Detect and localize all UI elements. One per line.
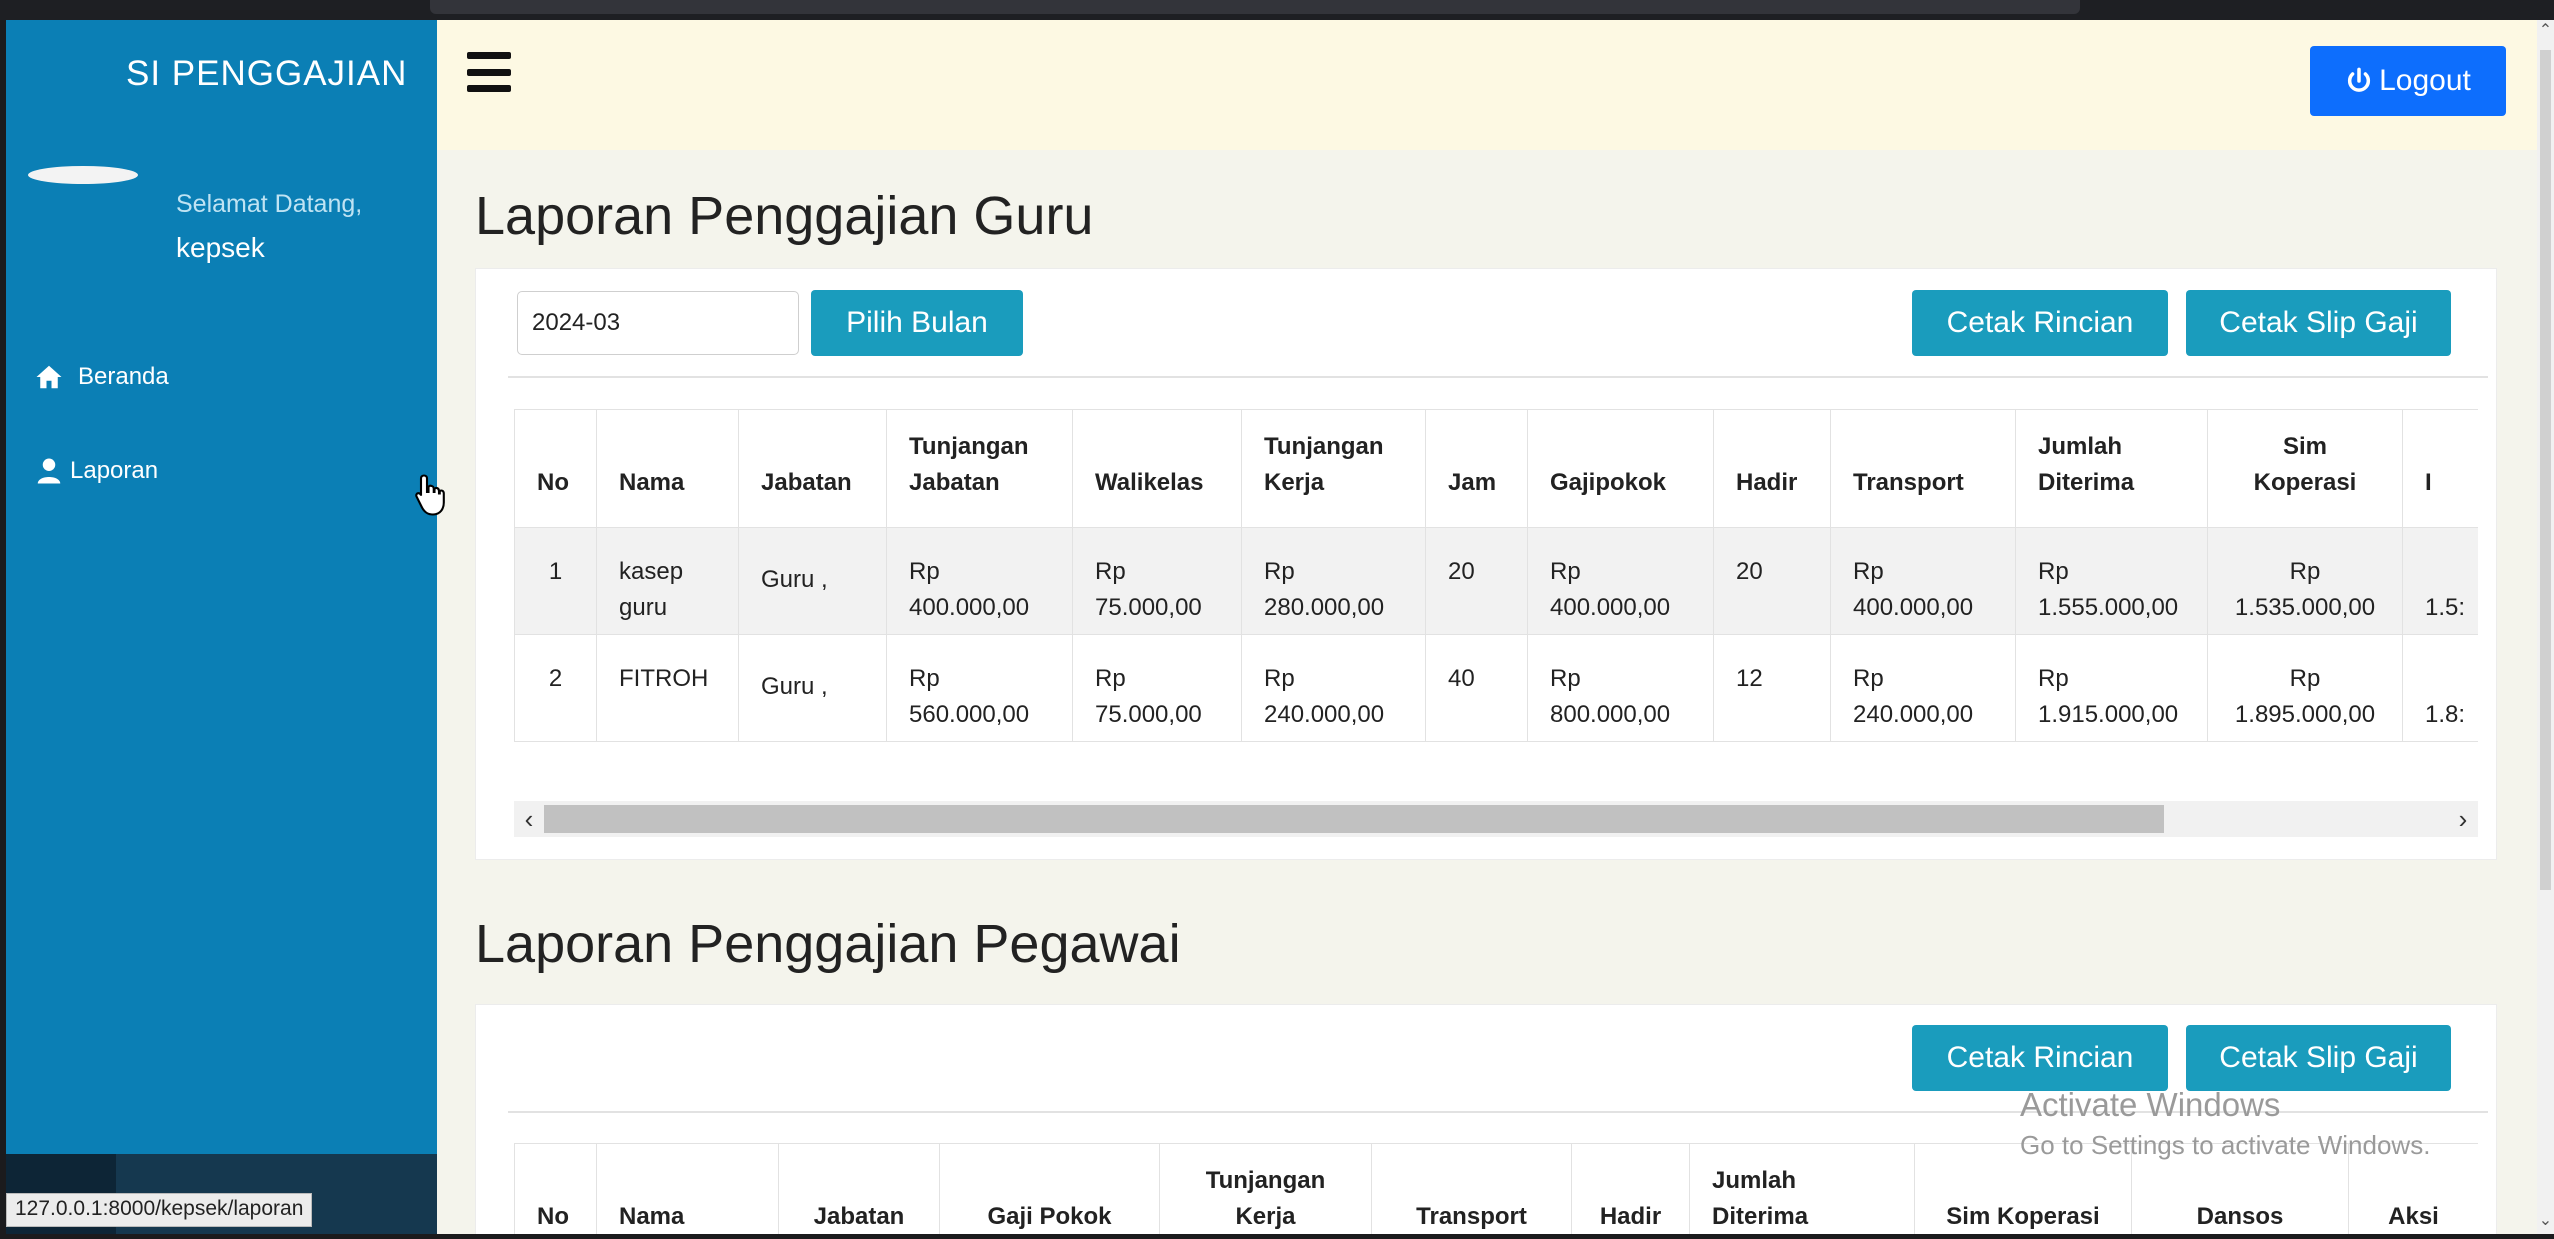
- cell: 40: [1425, 634, 1528, 742]
- cell: 20: [1425, 527, 1528, 635]
- col-header: I: [2402, 409, 2478, 528]
- cell: Rp 400.000,00: [886, 527, 1073, 635]
- cell: Rp 240.000,00: [1830, 634, 2016, 742]
- hand-cursor-icon: [415, 474, 445, 516]
- month-input[interactable]: [517, 291, 799, 355]
- cell: Rp 560.000,00: [886, 634, 1073, 742]
- pegawai-section-title: Laporan Penggajian Pegawai: [475, 914, 1181, 974]
- power-icon: [2348, 67, 2371, 92]
- avatar: [28, 166, 138, 184]
- sidebar-item-label: Beranda: [78, 363, 169, 390]
- col-header: Jam: [1425, 409, 1528, 528]
- home-icon: [36, 365, 62, 389]
- sidebar-item-beranda[interactable]: Beranda: [34, 362, 169, 392]
- cell: 20: [1713, 527, 1831, 635]
- guru-card: Pilih Bulan Cetak Rincian Cetak Slip Gaj…: [475, 268, 2497, 860]
- col-header: Hadir: [1713, 409, 1831, 528]
- scroll-left-icon[interactable]: ‹: [514, 801, 544, 837]
- tab-strip: [430, 0, 2080, 14]
- cell: kasep guru: [596, 527, 739, 635]
- col-header: Gajipokok: [1527, 409, 1714, 528]
- cell: 1.8:: [2402, 634, 2478, 742]
- guru-table: No Nama Jabatan Tunjangan Jabatan Walike…: [514, 409, 2478, 742]
- user-icon: [37, 458, 61, 484]
- col-header: Jumlah Diterima: [1689, 1143, 1915, 1234]
- col-header: Transport: [1830, 409, 2016, 528]
- guru-table-wrapper: No Nama Jabatan Tunjangan Jabatan Walike…: [514, 409, 2478, 742]
- cell: Guru ,: [738, 634, 887, 742]
- cell: Rp 1.895.000,00: [2207, 634, 2403, 742]
- username: kepsek: [176, 232, 265, 263]
- sidebar: SI PENGGAJIAN Selamat Datang, kepsek Ber…: [6, 20, 437, 1234]
- col-header: Gaji Pokok: [939, 1143, 1160, 1234]
- welcome-text: Selamat Datang,: [176, 190, 363, 218]
- print-slip-button[interactable]: Cetak Slip Gaji: [2186, 1025, 2451, 1091]
- cell: Rp 1.535.000,00: [2207, 527, 2403, 635]
- pick-month-button[interactable]: Pilih Bulan: [811, 290, 1023, 356]
- print-detail-button[interactable]: Cetak Rincian: [1912, 290, 2168, 356]
- col-header: Walikelas: [1072, 409, 1242, 528]
- divider: [508, 376, 2488, 378]
- col-header: Transport: [1371, 1143, 1572, 1234]
- menu-toggle-icon[interactable]: [467, 52, 511, 92]
- col-header: Nama: [596, 409, 739, 528]
- browser-top-strip: [0, 0, 2554, 20]
- guru-table-header: No Nama Jabatan Tunjangan Jabatan Walike…: [514, 409, 2478, 528]
- watermark-line2: Go to Settings to activate Windows.: [2020, 1130, 2431, 1160]
- logout-label: Logout: [2379, 64, 2471, 97]
- print-slip-button[interactable]: Cetak Slip Gaji: [2186, 290, 2451, 356]
- col-header: Nama: [596, 1143, 779, 1234]
- horizontal-scrollbar[interactable]: ‹ ›: [514, 801, 2478, 837]
- cell: Rp 800.000,00: [1527, 634, 1714, 742]
- sidebar-item-laporan[interactable]: Laporan: [34, 456, 158, 486]
- top-header: Logout: [437, 20, 2537, 150]
- table-row: 2 FITROH Guru , Rp 560.000,00 Rp 75.000,…: [514, 634, 2478, 742]
- main-content: Logout Laporan Penggajian Guru Pilih Bul…: [437, 20, 2537, 1234]
- brand-title[interactable]: SI PENGGAJIAN: [126, 54, 436, 94]
- logout-button[interactable]: Logout: [2310, 46, 2506, 116]
- col-header: No: [514, 1143, 597, 1234]
- col-header: Hadir: [1571, 1143, 1690, 1234]
- table-row: 1 kasep guru Guru , Rp 400.000,00 Rp 75.…: [514, 527, 2478, 635]
- cell: 2: [514, 634, 597, 742]
- print-detail-button[interactable]: Cetak Rincian: [1912, 1025, 2168, 1091]
- guru-section-title: Laporan Penggajian Guru: [475, 186, 1094, 246]
- app-window: SI PENGGAJIAN Selamat Datang, kepsek Ber…: [0, 0, 2554, 1239]
- col-header: No: [514, 409, 597, 528]
- col-header: Jabatan: [778, 1143, 940, 1234]
- cell: Rp 75.000,00: [1072, 634, 1242, 742]
- scrollbar-thumb[interactable]: [544, 805, 2164, 833]
- cell: Rp 1.555.000,00: [2015, 527, 2208, 635]
- browser-status-url: 127.0.0.1:8000/kepsek/laporan: [6, 1193, 313, 1227]
- cell: Rp 280.000,00: [1241, 527, 1426, 635]
- scroll-right-icon[interactable]: ›: [2448, 801, 2478, 837]
- cell: Rp 400.000,00: [1830, 527, 2016, 635]
- cell: Rp 400.000,00: [1527, 527, 1714, 635]
- scrollbar-thumb[interactable]: [2540, 50, 2551, 890]
- col-header: Jabatan: [738, 409, 887, 528]
- windows-activation-watermark: Activate Windows Go to Settings to activ…: [2020, 1086, 2430, 1161]
- cell: FITROH: [596, 634, 739, 742]
- cell: Rp 1.915.000,00: [2015, 634, 2208, 742]
- scroll-down-icon[interactable]: ⌄: [2537, 1210, 2554, 1234]
- col-header: Tunjangan Jabatan: [886, 409, 1073, 528]
- cell: 1.5:: [2402, 527, 2478, 635]
- col-header: Jumlah Diterima: [2015, 409, 2208, 528]
- sidebar-item-label: Laporan: [70, 457, 159, 484]
- col-header: Sim Koperasi: [2207, 409, 2403, 528]
- cell: Rp 75.000,00: [1072, 527, 1242, 635]
- watermark-line1: Activate Windows: [2020, 1086, 2281, 1123]
- cell: Rp 240.000,00: [1241, 634, 1426, 742]
- vertical-scrollbar[interactable]: ⌃ ⌄: [2537, 20, 2554, 1234]
- col-header: Tunjangan Kerja: [1159, 1143, 1372, 1234]
- cell: Guru ,: [738, 527, 887, 635]
- scroll-up-icon[interactable]: ⌃: [2537, 20, 2554, 44]
- cell: 12: [1713, 634, 1831, 742]
- cell: 1: [514, 527, 597, 635]
- col-header: Tunjangan Kerja: [1241, 409, 1426, 528]
